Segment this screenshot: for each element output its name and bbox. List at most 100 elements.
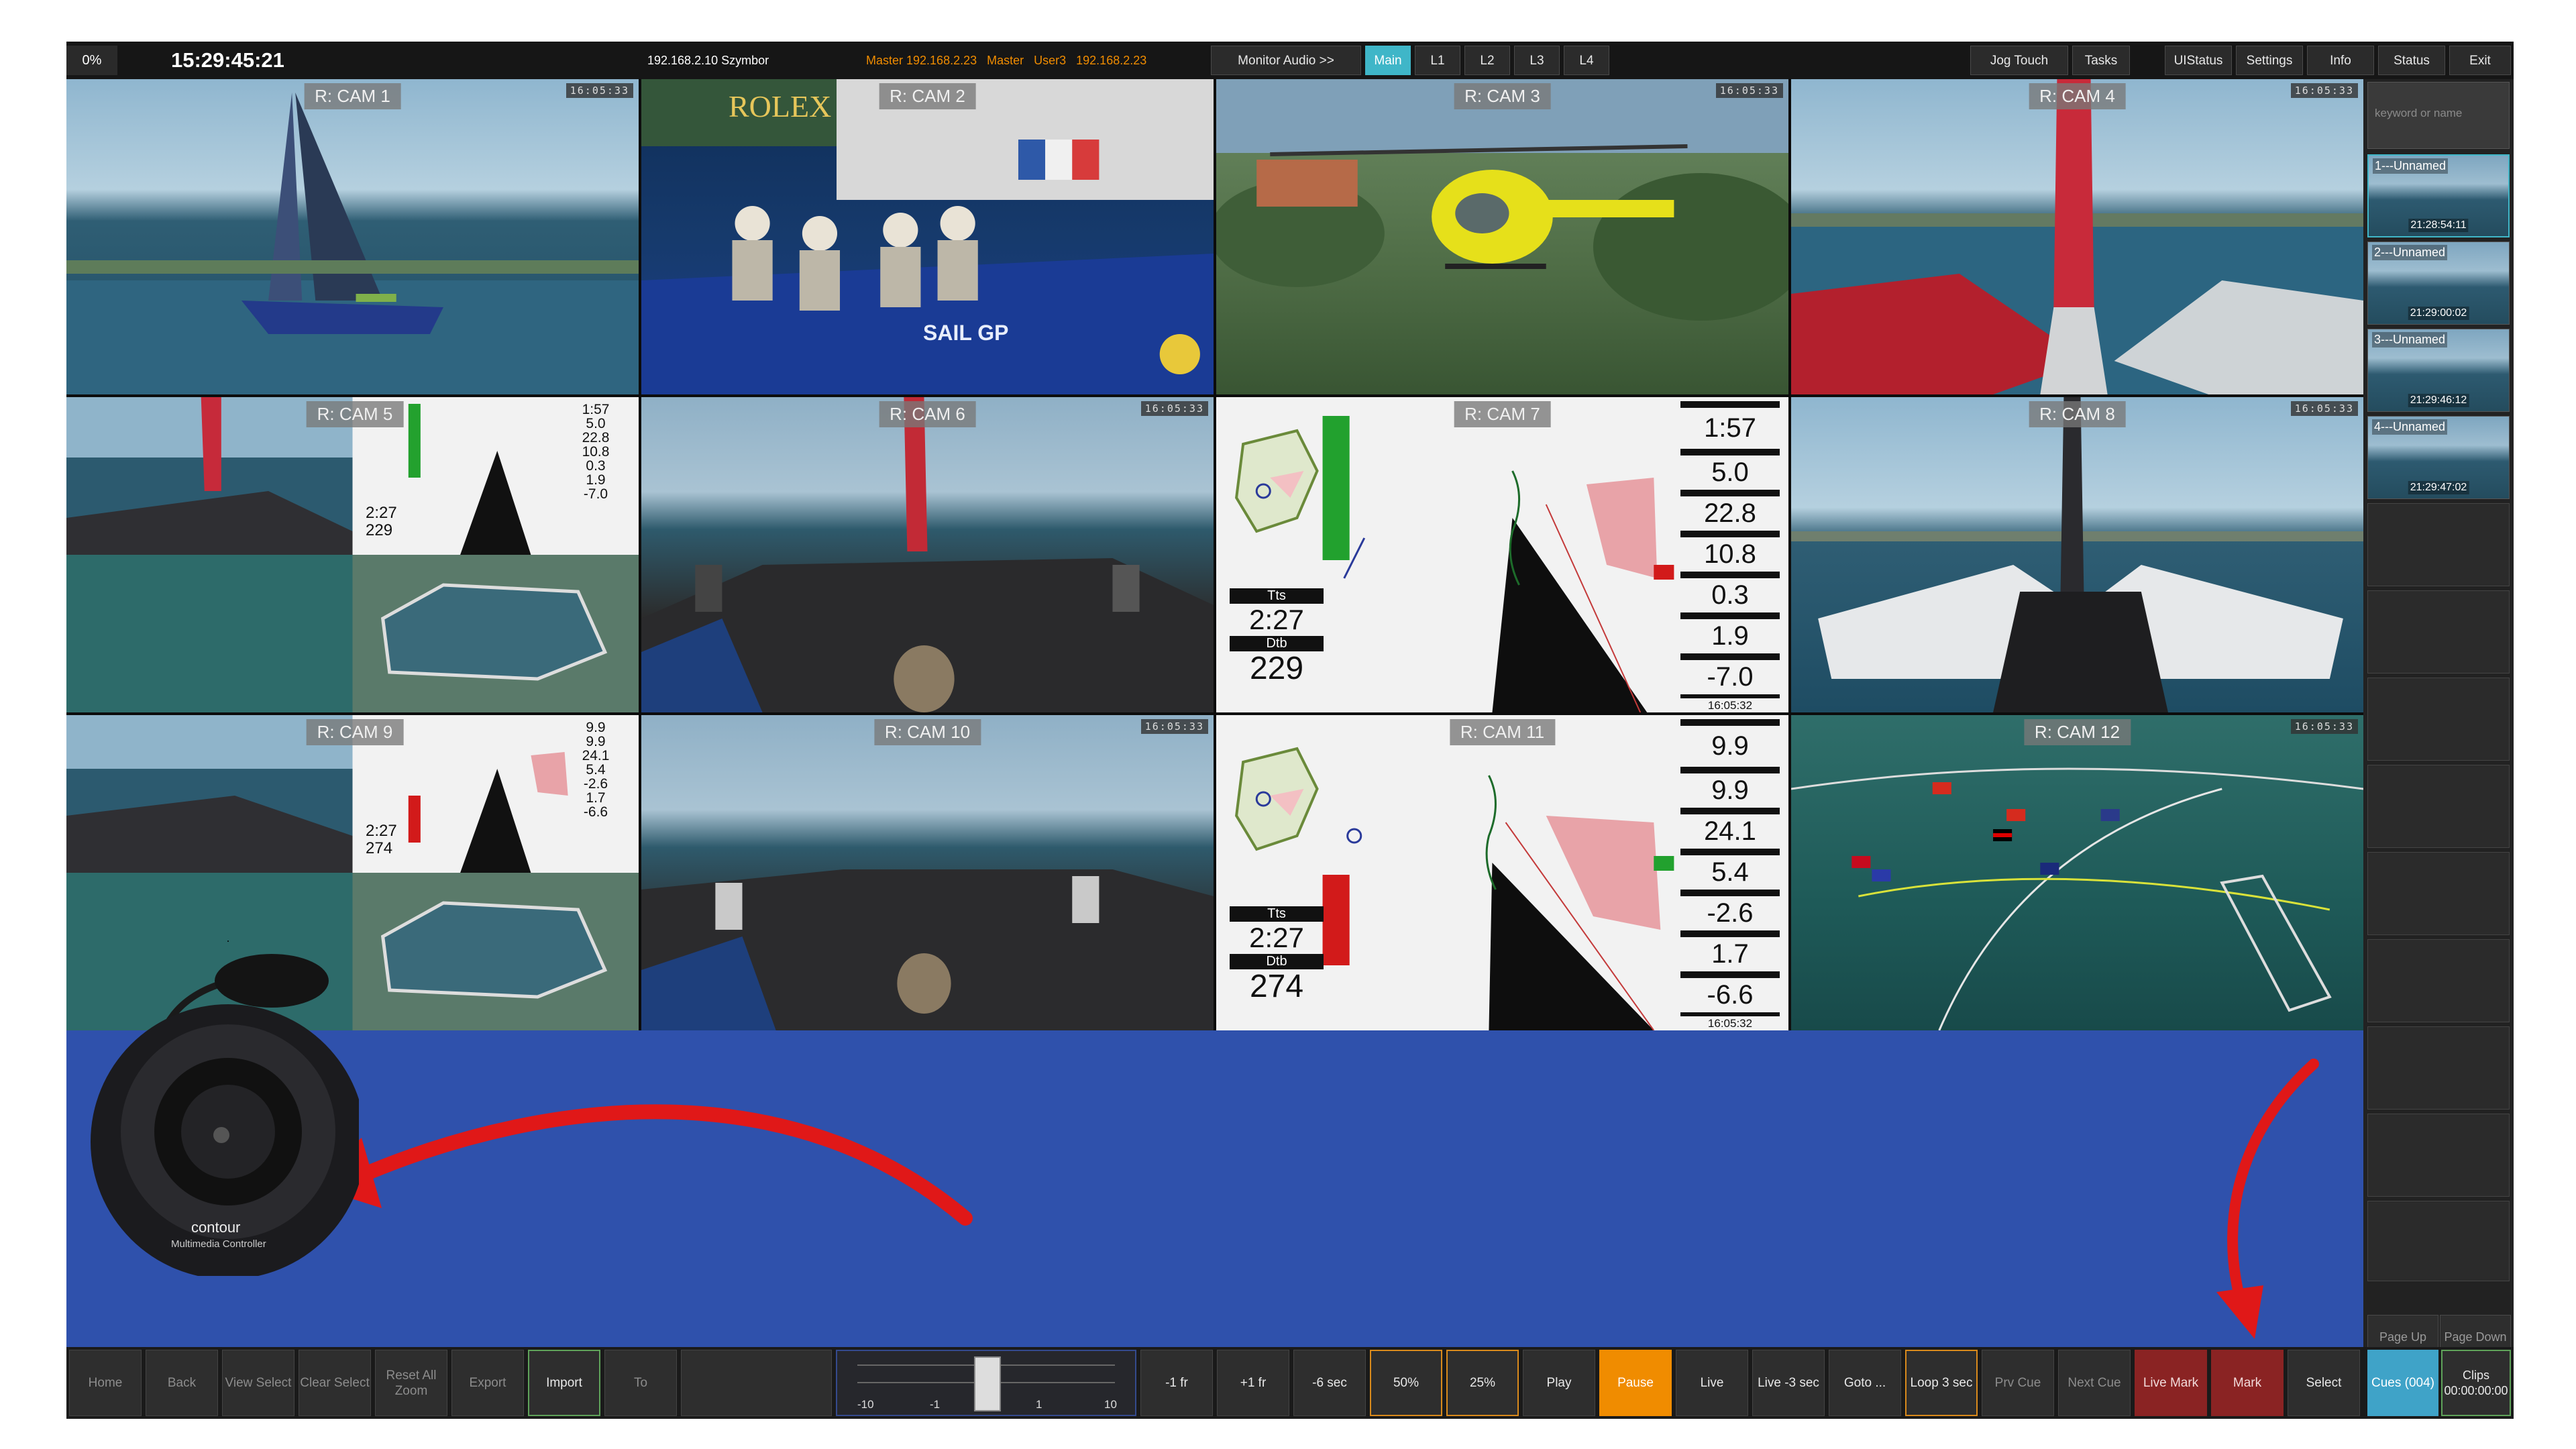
tts-dtb-panel: 2:27 274 bbox=[366, 822, 397, 857]
exit-button[interactable]: Exit bbox=[2449, 46, 2511, 75]
telemetry-list: 1:57 5.0 22.8 10.8 0.3 1.9 -7.0 16:05:32 bbox=[1680, 401, 1780, 712]
camera-label: R: CAM 7 bbox=[1454, 401, 1551, 427]
reset-all-zoom-button[interactable]: Reset All Zoom bbox=[375, 1350, 447, 1416]
uistatus-button[interactable]: UIStatus bbox=[2165, 46, 2232, 75]
settings-button[interactable]: Settings bbox=[2236, 46, 2303, 75]
main-tab[interactable]: Main bbox=[1365, 46, 1411, 75]
empty-cue-slot bbox=[2367, 678, 2510, 761]
camera-label: R: CAM 12 bbox=[2023, 719, 2131, 745]
telemetry-list: 1:57 5.0 22.8 10.8 0.3 1.9 -7.0 bbox=[582, 402, 610, 502]
clips-button[interactable]: Clips 00:00:00:00 bbox=[2441, 1350, 2511, 1416]
l1-tab[interactable]: L1 bbox=[1415, 46, 1460, 75]
cue-item[interactable]: 2---Unnamed 21:29:00:02 bbox=[2367, 241, 2510, 325]
cues-button[interactable]: Cues (004) bbox=[2367, 1350, 2438, 1416]
import-button[interactable]: Import bbox=[528, 1350, 600, 1416]
contour-controller-photo: contour Multimedia Controller bbox=[77, 941, 366, 1279]
bottom-toolbar: Home Back View Select Clear Select Reset… bbox=[66, 1347, 2514, 1419]
video-frame bbox=[641, 715, 1214, 1030]
timecode: 16:05:33 bbox=[1140, 401, 1208, 416]
camera-label: R: CAM 1 bbox=[304, 83, 401, 109]
telemetry-list: 9.9 9.9 24.1 5.4 -2.6 1.7 -6.6 16:05:32 bbox=[1680, 719, 1780, 1030]
camera-label: R: CAM 6 bbox=[879, 401, 976, 427]
empty-cue-slot bbox=[2367, 1114, 2510, 1197]
loop-button[interactable]: Loop 3 sec bbox=[1905, 1350, 1978, 1416]
timecode: 16:05:33 bbox=[566, 83, 633, 98]
video-frame bbox=[66, 79, 639, 394]
cue-sidebar: keyword or name 1---Unnamed 21:28:54:11 2… bbox=[2363, 79, 2514, 1375]
to-button[interactable]: To bbox=[604, 1350, 677, 1416]
jog-slider[interactable]: -10 -1 1 10 bbox=[836, 1350, 1136, 1416]
minus-6sec-button[interactable]: -6 sec bbox=[1293, 1350, 1366, 1416]
camera-view-8[interactable]: R: CAM 8 16:05:33 bbox=[1791, 397, 2363, 712]
plus-1fr-button[interactable]: +1 fr bbox=[1217, 1350, 1289, 1416]
l4-tab[interactable]: L4 bbox=[1564, 46, 1609, 75]
camera-label: R: CAM 3 bbox=[1454, 83, 1551, 109]
cue-item[interactable]: 4---Unnamed 21:29:47:02 bbox=[2367, 416, 2510, 499]
select-button[interactable]: Select bbox=[2288, 1350, 2360, 1416]
back-button[interactable]: Back bbox=[146, 1350, 218, 1416]
l2-tab[interactable]: L2 bbox=[1464, 46, 1510, 75]
pause-button[interactable]: Pause bbox=[1599, 1350, 1672, 1416]
live-mark-button[interactable]: Live Mark bbox=[2135, 1350, 2207, 1416]
l3-tab[interactable]: L3 bbox=[1514, 46, 1560, 75]
empty-toolbar-slot bbox=[681, 1350, 832, 1416]
play-button[interactable]: Play bbox=[1523, 1350, 1595, 1416]
camera-view-7[interactable]: Tts 2:27 Dtb 229 1:57 5.0 22.8 10.8 0.3 … bbox=[1216, 397, 1788, 712]
live-minus-3sec-button[interactable]: Live -3 sec bbox=[1752, 1350, 1825, 1416]
top-toolbar: 0% 15:29:45:21 192.168.2.10 Szymbor Mast… bbox=[66, 42, 2514, 79]
camera-view-6[interactable]: R: CAM 6 16:05:33 bbox=[641, 397, 1214, 712]
camera-view-2[interactable]: ROLEX SAIL GP R: CAM 2 bbox=[641, 79, 1214, 394]
cue-item[interactable]: 1---Unnamed 21:28:54:11 bbox=[2367, 154, 2510, 237]
live-button[interactable]: Live bbox=[1676, 1350, 1748, 1416]
camera-view-12[interactable]: R: CAM 12 16:05:33 bbox=[1791, 715, 2363, 1030]
arrows-graphic bbox=[308, 1059, 2319, 1339]
cue-search-input[interactable]: keyword or name bbox=[2367, 82, 2510, 149]
rolex-sign: ROLEX bbox=[729, 89, 832, 123]
video-frame bbox=[1791, 715, 2363, 1030]
camera-view-4[interactable]: R: CAM 4 16:05:33 bbox=[1791, 79, 2363, 394]
status-button[interactable]: Status bbox=[2378, 46, 2445, 75]
goto-button[interactable]: Goto ... bbox=[1829, 1350, 1901, 1416]
empty-cue-slot bbox=[2367, 852, 2510, 935]
clear-select-button[interactable]: Clear Select bbox=[299, 1350, 371, 1416]
camera-view-10[interactable]: R: CAM 10 16:05:33 bbox=[641, 715, 1214, 1030]
empty-cue-slot bbox=[2367, 590, 2510, 674]
camera-view-5[interactable]: 1:57 5.0 22.8 10.8 0.3 1.9 -7.0 2:27 229 R: CAM… bbox=[66, 397, 639, 712]
app-window: 0% 15:29:45:21 192.168.2.10 Szymbor Mast… bbox=[66, 42, 2514, 1419]
camera-view-1[interactable]: R: CAM 1 16:05:33 bbox=[66, 79, 639, 394]
telemetry-list: 9.9 9.9 24.1 5.4 -2.6 1.7 -6.6 bbox=[582, 720, 610, 820]
jog-handle[interactable] bbox=[974, 1356, 1001, 1411]
timecode: 16:05:33 bbox=[1715, 83, 1783, 98]
jog-tick-label: 1 bbox=[1036, 1398, 1042, 1411]
tts-dtb-panel: Tts 2:27 Dtb 229 bbox=[1230, 588, 1324, 686]
camera-label: R: CAM 9 bbox=[306, 719, 404, 745]
mark-button[interactable]: Mark bbox=[2211, 1350, 2284, 1416]
camera-view-11[interactable]: Tts 2:27 Dtb 274 9.9 9.9 24.1 5.4 -2.6 1… bbox=[1216, 715, 1788, 1030]
empty-cue-slot bbox=[2367, 1201, 2510, 1281]
jog-touch-button[interactable]: Jog Touch bbox=[1970, 46, 2068, 75]
home-button[interactable]: Home bbox=[69, 1350, 142, 1416]
monitor-audio-button[interactable]: Monitor Audio >> bbox=[1211, 46, 1361, 75]
video-frame bbox=[641, 397, 1214, 712]
next-cue-button[interactable]: Next Cue bbox=[2058, 1350, 2131, 1416]
camera-label: R: CAM 10 bbox=[873, 719, 981, 745]
speed-50-button[interactable]: 50% bbox=[1370, 1350, 1442, 1416]
camera-label: R: CAM 8 bbox=[2029, 401, 2126, 427]
camera-label: R: CAM 5 bbox=[306, 401, 404, 427]
speed-25-button[interactable]: 25% bbox=[1446, 1350, 1519, 1416]
prev-cue-button[interactable]: Prv Cue bbox=[1982, 1350, 2054, 1416]
minus-1fr-button[interactable]: -1 fr bbox=[1140, 1350, 1213, 1416]
sailgp-sign: SAIL GP bbox=[923, 321, 1009, 345]
clock: 15:29:45:21 bbox=[171, 48, 284, 72]
tasks-button[interactable]: Tasks bbox=[2072, 46, 2130, 75]
export-button[interactable]: Export bbox=[451, 1350, 524, 1416]
info-button[interactable]: Info bbox=[2307, 46, 2374, 75]
cue-item[interactable]: 3---Unnamed 21:29:46:12 bbox=[2367, 329, 2510, 412]
controller-brand: contour bbox=[191, 1219, 241, 1236]
video-frame bbox=[1791, 79, 2363, 394]
camera-view-3[interactable]: R: CAM 3 16:05:33 bbox=[1216, 79, 1788, 394]
master-info: Master 192.168.2.23 Master User3 192.168… bbox=[866, 54, 1147, 67]
jog-tick-label: -10 bbox=[857, 1398, 874, 1411]
progress-indicator: 0% bbox=[66, 46, 117, 75]
view-select-button[interactable]: View Select bbox=[222, 1350, 294, 1416]
